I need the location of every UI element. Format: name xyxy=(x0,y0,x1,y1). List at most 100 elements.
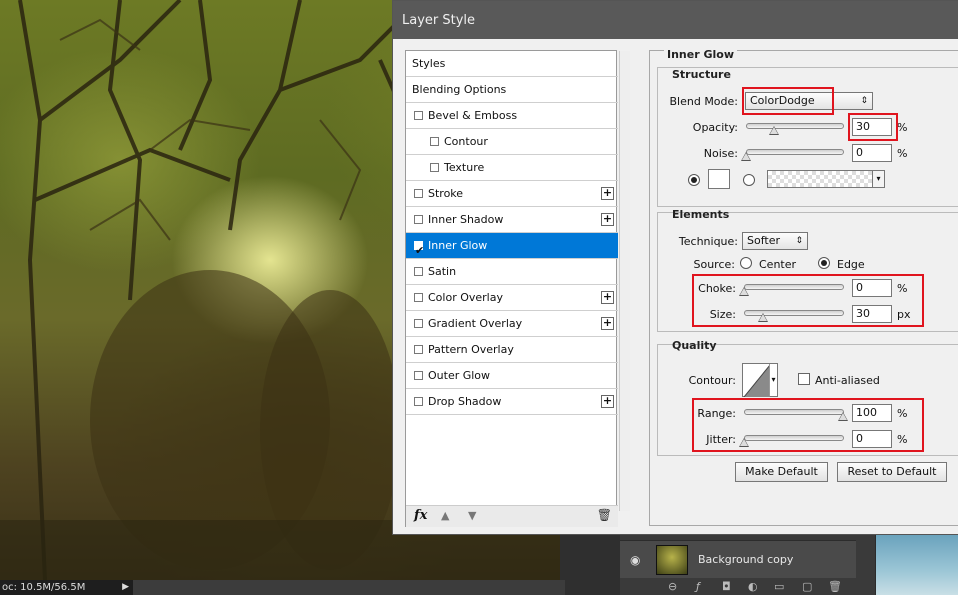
color-radio[interactable] xyxy=(688,174,700,186)
move-up-icon[interactable]: ▲ xyxy=(441,509,449,522)
style-item[interactable]: Gradient Overlay + xyxy=(406,311,618,337)
noise-slider[interactable] xyxy=(746,149,844,155)
gradient-radio[interactable] xyxy=(743,174,755,186)
technique-select[interactable]: Softer ⇕ xyxy=(742,232,808,250)
style-item-label: Blending Options xyxy=(412,83,507,96)
style-checkbox[interactable] xyxy=(414,319,423,328)
gradient-picker[interactable]: ▾ xyxy=(767,170,885,188)
choke-unit: % xyxy=(897,282,908,295)
choke-input[interactable]: 0 xyxy=(852,279,892,297)
range-slider-thumb[interactable] xyxy=(838,412,848,421)
play-arrow-icon[interactable]: ▶ xyxy=(122,580,129,595)
style-checkbox[interactable] xyxy=(430,163,439,172)
add-effect-icon[interactable]: + xyxy=(601,187,614,200)
add-effect-icon[interactable]: + xyxy=(601,317,614,330)
move-down-icon[interactable]: ▼ xyxy=(468,509,476,522)
link-icon[interactable]: ⊖ xyxy=(668,580,677,593)
style-checkbox[interactable] xyxy=(414,345,423,354)
style-checkbox[interactable] xyxy=(414,267,423,276)
elements-heading: Elements xyxy=(672,208,730,221)
glow-color-swatch[interactable] xyxy=(708,169,730,189)
adjustment-icon[interactable]: ◐ xyxy=(748,580,758,593)
contour-label: Contour: xyxy=(688,374,736,387)
fx-icon[interactable]: fx xyxy=(414,508,427,523)
doc-size-text: oc: 10.5M/56.5M xyxy=(2,582,86,593)
noise-slider-thumb[interactable] xyxy=(741,152,751,161)
style-item[interactable]: Stroke + xyxy=(406,181,618,207)
noise-unit: % xyxy=(897,147,908,160)
anti-aliased-checkbox[interactable] xyxy=(798,373,810,385)
anti-aliased-label: Anti-aliased xyxy=(815,374,880,387)
trash-icon[interactable]: 🗑 xyxy=(828,580,842,593)
add-effect-icon[interactable]: + xyxy=(601,395,614,408)
style-item[interactable]: Styles xyxy=(406,51,618,77)
quality-group: Quality Contour: ▾ Anti-aliased Range: 1… xyxy=(657,339,958,456)
style-checkbox[interactable] xyxy=(414,293,423,302)
style-checkbox[interactable] xyxy=(414,397,423,406)
style-item[interactable]: Outer Glow xyxy=(406,363,618,389)
list-scrollbar[interactable] xyxy=(619,51,630,511)
jitter-unit: % xyxy=(897,433,908,446)
style-item-label: Inner Shadow xyxy=(428,213,504,226)
opacity-label: Opacity: xyxy=(692,121,738,134)
chevron-down-icon[interactable]: ▾ xyxy=(872,171,884,187)
quality-heading: Quality xyxy=(672,339,717,352)
style-checkbox[interactable] xyxy=(414,111,423,120)
style-item[interactable]: Contour xyxy=(406,129,618,155)
highlight-opacity xyxy=(848,113,898,141)
contour-picker[interactable]: ▾ xyxy=(742,363,778,397)
chevron-down-icon[interactable]: ▾ xyxy=(769,364,777,396)
dialog-title[interactable]: Layer Style xyxy=(393,1,958,39)
source-edge-radio[interactable] xyxy=(818,257,830,269)
group-folder-icon[interactable]: ▭ xyxy=(774,580,784,593)
horizontal-scrollbar[interactable] xyxy=(133,580,565,595)
layer-row[interactable]: ◉ Background copy xyxy=(620,540,856,578)
source-center-radio[interactable] xyxy=(740,257,752,269)
add-effect-icon[interactable]: + xyxy=(601,291,614,304)
range-input[interactable]: 100 xyxy=(852,404,892,422)
delete-effect-icon[interactable]: 🗑 xyxy=(597,508,612,522)
style-item-label: Pattern Overlay xyxy=(428,343,514,356)
style-checkbox[interactable] xyxy=(430,137,439,146)
elements-group: Elements Technique: Softer ⇕ Source: Cen… xyxy=(657,208,958,332)
style-item[interactable]: Satin xyxy=(406,259,618,285)
style-item-label: Color Overlay xyxy=(428,291,503,304)
layer-thumbnail xyxy=(656,545,688,575)
opacity-slider-thumb[interactable] xyxy=(769,126,779,135)
noise-label: Noise: xyxy=(703,147,738,160)
noise-input[interactable]: 0 xyxy=(852,144,892,162)
fx-layer-icon[interactable]: ƒ xyxy=(696,580,700,593)
style-item[interactable]: Drop Shadow + xyxy=(406,389,618,415)
reset-to-default-button[interactable]: Reset to Default xyxy=(837,462,947,482)
style-item[interactable]: Texture xyxy=(406,155,618,181)
style-item[interactable]: Pattern Overlay xyxy=(406,337,618,363)
make-default-button[interactable]: Make Default xyxy=(735,462,828,482)
style-item-label: Drop Shadow xyxy=(428,395,502,408)
choke-slider[interactable] xyxy=(744,284,844,290)
style-item-label: Inner Glow xyxy=(428,239,488,252)
opacity-slider[interactable] xyxy=(746,123,844,129)
choke-slider-thumb[interactable] xyxy=(739,287,749,296)
size-slider-thumb[interactable] xyxy=(758,313,768,322)
style-item-label: Bevel & Emboss xyxy=(428,109,518,122)
size-input[interactable]: 30 xyxy=(852,305,892,323)
style-item[interactable]: Inner Shadow + xyxy=(406,207,618,233)
style-checkbox[interactable] xyxy=(414,215,423,224)
style-checkbox[interactable]: ✔ xyxy=(414,241,424,257)
style-item[interactable]: Blending Options xyxy=(406,77,618,103)
style-item[interactable]: Bevel & Emboss xyxy=(406,103,618,129)
style-item-label: Gradient Overlay xyxy=(428,317,523,330)
jitter-input[interactable]: 0 xyxy=(852,430,892,448)
mask-icon[interactable]: ◘ xyxy=(722,580,731,593)
new-layer-icon[interactable]: ▢ xyxy=(802,580,812,593)
style-checkbox[interactable] xyxy=(414,371,423,380)
eye-icon[interactable]: ◉ xyxy=(630,553,640,567)
range-slider[interactable] xyxy=(744,409,844,415)
jitter-slider[interactable] xyxy=(744,435,844,441)
style-item[interactable]: Color Overlay + xyxy=(406,285,618,311)
style-checkbox[interactable] xyxy=(414,189,423,198)
jitter-slider-thumb[interactable] xyxy=(739,438,749,447)
style-item-label: Stroke xyxy=(428,187,464,200)
add-effect-icon[interactable]: + xyxy=(601,213,614,226)
style-item[interactable]: ✔ Inner Glow xyxy=(406,233,618,259)
